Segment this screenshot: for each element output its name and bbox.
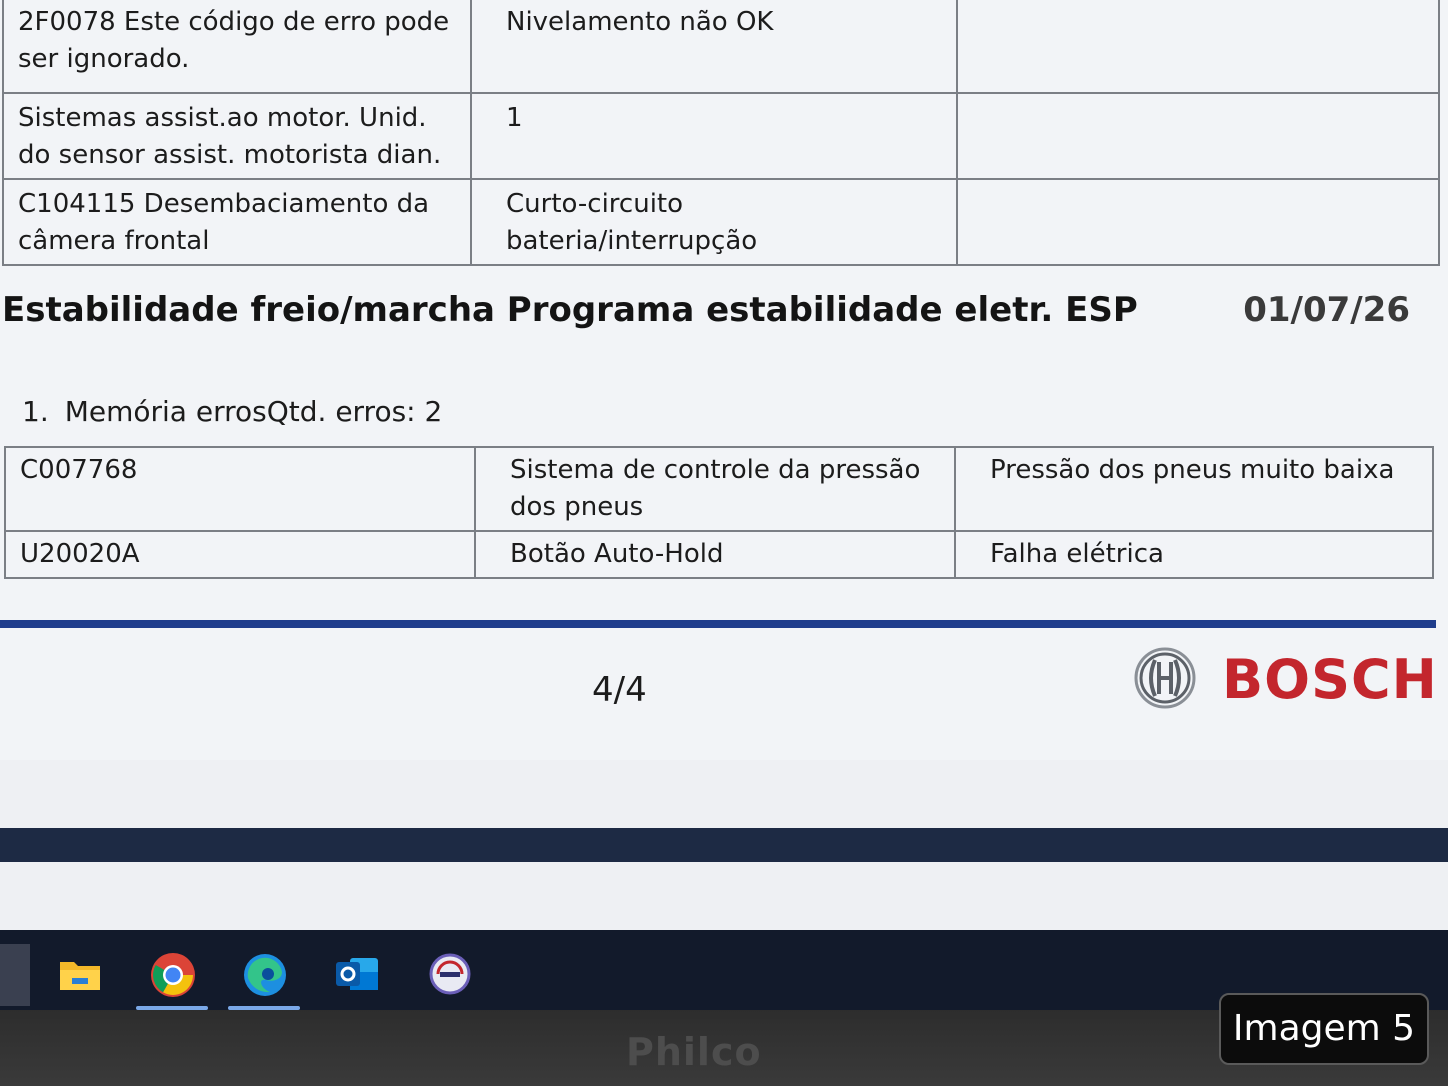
fault-description-cell: Falha elétrica <box>954 530 1434 579</box>
taskbar-file-explorer[interactable] <box>42 940 118 1012</box>
footer-divider <box>0 620 1436 628</box>
fault-description-cell: 1 <box>470 92 958 180</box>
component-cell: Sistema de controle da pressão dos pneus <box>474 446 956 532</box>
fault-description-cell: Nivelamento não OK <box>470 0 958 94</box>
section-title: Estabilidade freio/marcha Programa estab… <box>2 290 1138 330</box>
error-memory-text: Memória errosQtd. erros: 2 <box>64 395 443 428</box>
edge-icon <box>244 954 286 996</box>
table-row: Sistemas assist.ao motor. Unid. do senso… <box>2 92 1440 180</box>
table-row: 2F0078 Este código de erro pode ser igno… <box>2 0 1440 94</box>
fault-extra-cell <box>956 0 1440 94</box>
document-page: 2F0078 Este código de erro pode ser igno… <box>0 0 1448 760</box>
taskbar-chrome[interactable] <box>134 940 210 1012</box>
bosch-logo: BOSCH <box>1222 648 1438 711</box>
component-cell: Botão Auto-Hold <box>474 530 956 579</box>
bosch-armature-icon <box>1134 647 1196 709</box>
taskbar-edge[interactable] <box>226 940 302 1012</box>
page-number: 4/4 <box>592 670 647 710</box>
fault-code-cell: U20020A <box>4 530 476 579</box>
section-date: 01/07/26 <box>1243 290 1410 330</box>
fault-description-cell: Pressão dos pneus muito baixa <box>954 446 1434 532</box>
chrome-icon <box>151 953 195 997</box>
fault-extra-cell <box>956 92 1440 180</box>
fault-description-cell: Curto-circuito bateria/interrupção <box>470 178 958 266</box>
fault-code-cell: 2F0078 Este código de erro pode ser igno… <box>2 0 472 94</box>
window-bottom-bar <box>0 828 1448 862</box>
table-row: C104115 Desembaciamento da câmera fronta… <box>2 178 1440 266</box>
fault-table-esp: C007768 Sistema de controle da pressão d… <box>4 446 1434 579</box>
taskbar-outlook[interactable] <box>318 940 394 1012</box>
list-number: 1. <box>22 395 49 428</box>
fault-code-cell: Sistemas assist.ao motor. Unid. do senso… <box>2 92 472 180</box>
table-row: C007768 Sistema de controle da pressão d… <box>4 446 1434 532</box>
fault-code-cell: C104115 Desembaciamento da câmera fronta… <box>2 178 472 266</box>
table-row: U20020A Botão Auto-Hold Falha elétrica <box>4 530 1434 579</box>
outlook-icon <box>336 958 378 990</box>
screen: 2F0078 Este código de erro pode ser igno… <box>0 0 1448 1086</box>
file-explorer-icon <box>60 962 100 990</box>
monitor-brand-label: Philco <box>626 1030 762 1074</box>
image-caption-badge: Imagem 5 <box>1219 993 1429 1065</box>
fault-table-previous: 2F0078 Este código de erro pode ser igno… <box>2 0 1440 266</box>
diagnostic-app-icon <box>429 953 471 995</box>
fault-extra-cell <box>956 178 1440 266</box>
taskbar-diagnostic-app[interactable] <box>412 940 488 1012</box>
start-button[interactable] <box>0 944 30 1006</box>
fault-code-cell: C007768 <box>4 446 476 532</box>
error-memory-heading: 1. Memória errosQtd. erros: 2 <box>22 395 442 428</box>
